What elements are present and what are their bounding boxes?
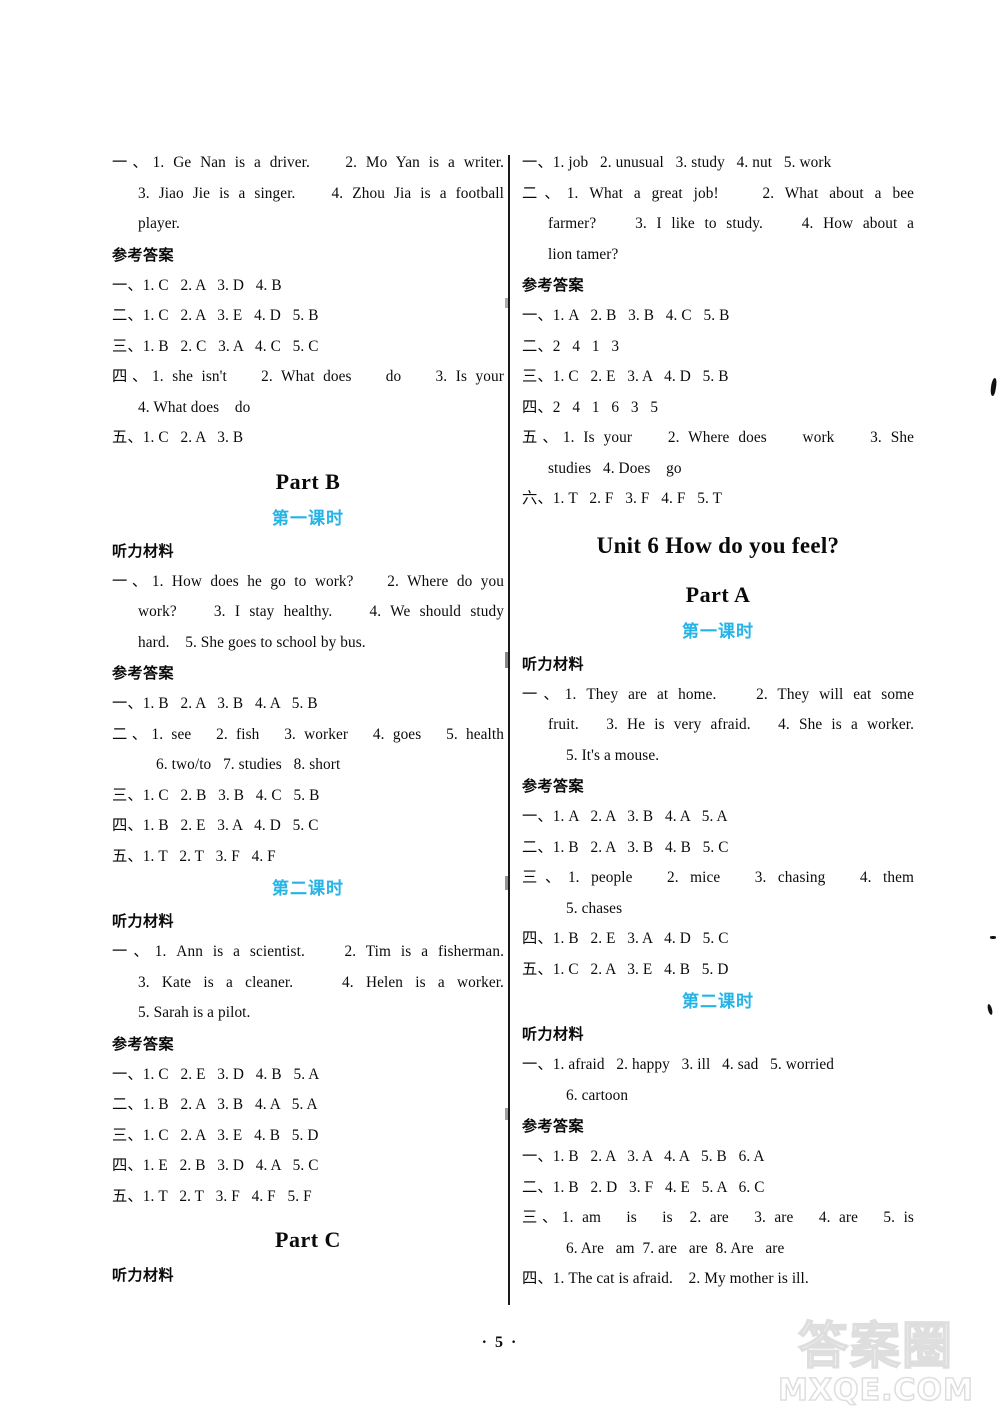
answer-line: 三、1. B 2. C 3. A 4. C 5. C [112,337,319,355]
parta-l1-answers-block: 一、1. A 2. A 3. B 4. A 5. A 二、1. B 2. A 3… [522,802,914,985]
listening-line: 5. Sarah is a pilot. [138,1004,251,1021]
answer-line: 四、2 4 1 6 3 5 [522,398,659,416]
answer-line: 二、1. B 2. A 3. B 4. A 5. A [112,1096,318,1113]
answer-line: 二、1. C 2. A 3. E 4. D 5. B [112,307,319,324]
listening-line: 6. cartoon [566,1086,629,1104]
left-top-listening-block: 一、1. Ge Nan is a driver. 2. Mo Yan is a … [112,148,504,240]
answer-line: 四、1. she isn't 2. What does do 3. Is you… [112,368,504,385]
answer-line: 6. two/to 7. studies 8. short [156,756,341,773]
partb-l1-listening-block: 一、1. How does he go to work? 2. Where do… [112,567,504,659]
listening-line: 5. It's a mouse. [566,746,660,764]
page-number: · 5 · [481,1334,519,1351]
listening-line: 一、1. They are at home. 2. They will eat … [522,685,914,703]
answer-line: 四、1. The cat is afraid. 2. My mother is … [522,1270,809,1287]
listening-material-heading: 听力材料 [522,1025,585,1043]
listening-line: 3. Kate is a cleaner. 4. Helen is a work… [138,973,504,991]
listening-line: 一、1. job 2. unusual 3. study 4. nut 5. w… [522,154,832,171]
answer-line: 一、1. C 2. E 3. D 4. B 5. A [112,1065,320,1083]
listening-material-heading: 听力材料 [522,654,585,673]
listening-line: work? 3. I stay healthy. 4. We should st… [138,603,504,620]
parta-l1-listening-block: 一、1. They are at home. 2. They will eat … [522,680,914,772]
listening-material-heading: 听力材料 [112,1266,175,1284]
answer-line: 五、1. C 2. A 3. E 4. B 5. D [522,960,729,978]
answer-line: 一、1. A 2. A 3. B 4. A 5. A [522,808,728,825]
partb-l1-answers-block: 一、1. B 2. A 3. B 4. A 5. B 二、1. see 2. f… [112,689,504,872]
reference-answers-heading: 参考答案 [522,276,585,294]
watermark: 答案圈 MXQE.COM [766,1317,986,1409]
parta-l2-listening-block: 一、1. afraid 2. happy 3. ill 4. sad 5. wo… [522,1050,914,1111]
answer-line: 一、1. C 2. A 3. D 4. B [112,276,282,294]
scan-speckle [505,652,509,668]
lesson-1-heading: 第一课时 [682,621,754,642]
column-divider [508,155,510,1305]
answer-line: 4. What does do [138,398,251,416]
listening-line: 二、1. What a great job! 2. What about a b… [522,184,914,202]
answer-line: 三、1. people 2. mice 3. chasing 4. them [522,869,914,886]
listening-line: 一、1. Ge Nan is a driver. 2. Mo Yan is a … [112,154,504,171]
listening-line: lion tamer? [548,245,619,263]
listening-material-heading: 听力材料 [112,912,175,930]
lesson-1-heading: 第一课时 [272,508,344,529]
scan-speckle [505,1108,509,1120]
listening-line: hard. 5. She goes to school by bus. [138,633,366,651]
answer-line: studies 4. Does go [548,459,682,477]
answer-line: 五、1. T 2. T 3. F 4. F 5. F [112,1187,312,1205]
answer-line: 六、1. T 2. F 3. F 4. F 5. T [522,490,723,507]
part-b-title: Part B [275,468,341,494]
answer-line: 一、1. A 2. B 3. B 4. C 5. B [522,307,730,324]
answer-line: 五、1. T 2. T 3. F 4. F [112,847,276,865]
left-column: 一、1. Ge Nan is a driver. 2. Mo Yan is a … [112,148,504,1291]
scan-speckle [990,936,996,939]
answer-line: 二、2 4 1 3 [522,337,620,355]
answer-key-page: 一、1. Ge Nan is a driver. 2. Mo Yan is a … [0,0,1000,1420]
answer-line: 三、1. C 2. E 3. A 4. D 5. B [522,368,729,385]
unit-6-title: Unit 6 How do you feel? [596,532,840,558]
listening-line: 一、1. Ann is a scientist. 2. Tim is a fis… [112,943,504,960]
listening-line: 一、1. How does he go to work? 2. Where do… [112,572,504,590]
answer-line: 五、1. C 2. A 3. B [112,429,244,446]
listening-line: fruit. 3. He is very afraid. 4. She is a… [548,716,914,733]
parta-l2-answers-block: 一、1. B 2. A 3. A 4. A 5. B 6. A 二、1. B 2… [522,1142,914,1295]
watermark-domain: MXQE.COM [777,1373,974,1409]
answer-line: 5. chases [566,899,623,917]
answer-line: 二、1. B 2. A 3. B 4. B 5. C [522,838,729,856]
reference-answers-heading: 参考答案 [522,777,585,795]
partb-l2-listening-block: 一、1. Ann is a scientist. 2. Tim is a fis… [112,937,504,1029]
listening-line: farmer? 3. I like to study. 4. How about… [548,215,914,232]
answer-line: 一、1. B 2. A 3. B 4. A 5. B [112,695,318,712]
listening-line: 3. Jiao Jie is a singer. 4. Zhou Jia is … [138,184,504,202]
answer-line: 三、1. C 2. A 3. E 4. B 5. D [112,1126,319,1144]
answer-line: 三、1. am is is 2. are 3. are 4. are 5. is [522,1209,914,1226]
right-top-answers-block: 一、1. A 2. B 3. B 4. C 5. B 二、2 4 1 3 三、1… [522,301,914,515]
reference-answers-heading: 参考答案 [522,1117,585,1135]
right-top-listening-block: 一、1. job 2. unusual 3. study 4. nut 5. w… [522,148,914,270]
scan-speckle [986,1003,994,1016]
answer-line: 一、1. B 2. A 3. A 4. A 5. B 6. A [522,1148,765,1165]
right-column: 一、1. job 2. unusual 3. study 4. nut 5. w… [522,148,914,1295]
scan-speckle [505,876,509,890]
answer-line: 二、1. see 2. fish 3. worker 4. goes 5. he… [112,725,504,743]
left-top-answers-block: 一、1. C 2. A 3. D 4. B 二、1. C 2. A 3. E 4… [112,271,504,454]
answer-line: 6. Are am 7. are are 8. Are are [566,1239,785,1257]
scan-speckle [505,298,509,308]
scan-speckle [989,377,998,397]
listening-line: player. [138,215,180,232]
answer-line: 五、1. Is your 2. Where does work 3. She [522,429,914,446]
answer-line: 二、1. B 2. D 3. F 4. E 5. A 6. C [522,1178,765,1196]
part-a-title: Part A [685,581,751,607]
answer-line: 四、1. B 2. E 3. A 4. D 5. C [112,817,319,834]
answer-line: 四、1. B 2. E 3. A 4. D 5. C [522,930,729,947]
reference-answers-heading: 参考答案 [112,1034,175,1053]
lesson-2-heading: 第二课时 [682,992,754,1012]
partb-l2-answers-block: 一、1. C 2. E 3. D 4. B 5. A 二、1. B 2. A 3… [112,1060,504,1213]
answer-line: 三、1. C 2. B 3. B 4. C 5. B [112,786,320,804]
part-c-title: Part C [275,1227,341,1252]
answer-line: 四、1. E 2. B 3. D 4. A 5. C [112,1157,319,1174]
listening-material-heading: 听力材料 [112,541,175,560]
lesson-2-heading: 第二课时 [272,879,344,899]
reference-answers-heading: 参考答案 [112,664,175,682]
listening-line: 一、1. afraid 2. happy 3. ill 4. sad 5. wo… [522,1056,835,1073]
reference-answers-heading: 参考答案 [112,245,175,264]
